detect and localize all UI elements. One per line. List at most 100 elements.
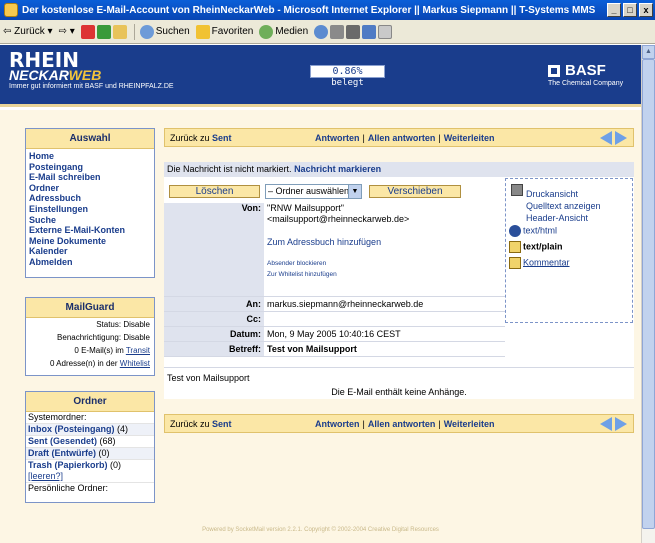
- folder-trash[interactable]: Trash (Papierkorb) (0): [26, 460, 154, 471]
- mailguard-box: MailGuard Status: Disable Benachrichtigu…: [25, 297, 155, 376]
- nav-item-documents[interactable]: Meine Dokumente: [26, 236, 154, 247]
- view-source-link[interactable]: Quelltext anzeigen: [526, 201, 601, 211]
- prev-message-icon-bottom[interactable]: [600, 417, 612, 431]
- nav-item-home[interactable]: Home: [26, 151, 154, 162]
- refresh-icon[interactable]: [96, 24, 111, 39]
- discuss-icon[interactable]: [378, 24, 393, 39]
- maximize-button[interactable]: □: [623, 3, 637, 17]
- nav-item-calendar[interactable]: Kalender: [26, 246, 154, 257]
- message-nav-top: Zurück zu Sent Antworten | Allen antworten…: [164, 128, 634, 147]
- nav-item-inbox[interactable]: Posteingang: [26, 162, 154, 173]
- print-view-link[interactable]: Druckansicht: [526, 189, 578, 199]
- forward-button[interactable]: ⇨ ▾: [59, 26, 75, 37]
- text-html-link[interactable]: text/html: [523, 225, 557, 235]
- add-to-addressbook-link[interactable]: Zum Adressbuch hinzufügen: [267, 237, 381, 247]
- forward-link-bottom[interactable]: Weiterleiten: [444, 419, 495, 429]
- print-icon[interactable]: [346, 24, 361, 39]
- quota-label: belegt: [331, 78, 364, 88]
- close-button[interactable]: x: [639, 3, 653, 17]
- nav-item-compose[interactable]: E-Mail schreiben: [26, 172, 154, 183]
- toolbar-separator: [133, 23, 135, 40]
- subject-value: Test von Mailsupport: [267, 344, 357, 354]
- forward-link[interactable]: Weiterleiten: [444, 133, 495, 143]
- site-header: RHEIN NECKARWEB Immer gut informiert mit…: [0, 45, 641, 107]
- block-sender-link[interactable]: Absender blockieren: [267, 260, 326, 267]
- next-message-icon-bottom[interactable]: [615, 417, 627, 431]
- message-headers: Von: "RNW Mailsupport" <mailsupport@rhei…: [164, 203, 505, 357]
- reply-all-link-bottom[interactable]: Allen antworten: [368, 419, 436, 429]
- ie-icon: [4, 3, 18, 17]
- prev-message-icon[interactable]: [600, 131, 612, 145]
- basf-logo[interactable]: BASF The Chemical Company: [548, 63, 623, 89]
- rnw-logo[interactable]: RHEIN NECKARWEB Immer gut informiert mit…: [9, 50, 174, 91]
- mailguard-status: Status: Disable: [96, 320, 150, 329]
- back-to-folder-bottom[interactable]: Zurück zu Sent: [170, 419, 232, 429]
- stop-icon[interactable]: [80, 24, 95, 39]
- from-name: "RNW Mailsupport": [267, 203, 344, 213]
- mailguard-transit: 0 E-Mail(s) im Transit: [74, 346, 150, 355]
- back-arrow-icon: ⇦: [3, 26, 12, 37]
- whitelist-link[interactable]: Whitelist: [120, 359, 150, 368]
- transit-link[interactable]: Transit: [126, 346, 150, 355]
- message-options-box: Druckansicht Quelltext anzeigen Header-A…: [505, 178, 633, 323]
- header-view-link[interactable]: Header-Ansicht: [526, 213, 588, 223]
- quota-bar: 0.86%: [310, 65, 385, 78]
- window-titlebar: Der kostenlose E-Mail-Account von RheinN…: [0, 0, 655, 20]
- subject-row: Betreff: Test von Mailsupport: [164, 342, 505, 357]
- folder-select[interactable]: – Ordner auswählen – ▼: [265, 184, 362, 199]
- media-icon: [259, 24, 274, 39]
- text-plain-label: text/plain: [523, 241, 563, 252]
- reply-link[interactable]: Antworten: [315, 133, 360, 143]
- folder-sent[interactable]: Sent (Gesendet) (68): [26, 436, 154, 448]
- mailguard-whitelist: 0 Adresse(n) in der Whitelist: [49, 359, 150, 368]
- nav-item-logout[interactable]: Abmelden: [26, 257, 154, 268]
- nav-item-search[interactable]: Suche: [26, 215, 154, 226]
- empty-trash-link[interactable]: [leeren?]: [26, 471, 154, 483]
- folder-draft[interactable]: Draft (Entwürfe) (0): [26, 448, 154, 460]
- scroll-up-icon[interactable]: ▲: [642, 45, 655, 59]
- next-message-icon[interactable]: [615, 131, 627, 145]
- reply-link-bottom[interactable]: Antworten: [315, 419, 360, 429]
- scrollbar-thumb[interactable]: [642, 59, 655, 529]
- basf-square-icon: [548, 65, 560, 77]
- chevron-down-icon: ▼: [348, 185, 361, 198]
- back-to-folder[interactable]: Zurück zu Sent: [170, 133, 232, 143]
- mailguard-notify: Benachrichtigung: Disable: [57, 333, 150, 342]
- mark-message-link[interactable]: Nachricht markieren: [294, 164, 381, 174]
- delete-button[interactable]: Löschen: [169, 185, 260, 198]
- reply-all-link[interactable]: Allen antworten: [368, 133, 436, 143]
- mail-icon[interactable]: [330, 24, 345, 39]
- favorites-star-icon: [195, 24, 210, 39]
- html-icon: [509, 225, 521, 237]
- move-button[interactable]: Verschieben: [369, 185, 461, 198]
- search-button[interactable]: Suchen: [139, 24, 190, 39]
- back-button[interactable]: ⇦ Zurück ▾: [3, 26, 53, 37]
- nav-item-folders[interactable]: Ordner: [26, 183, 154, 194]
- no-attachments-text: Die E-Mail enthält keine Anhänge.: [331, 387, 467, 397]
- nav-item-addressbook[interactable]: Adressbuch: [26, 193, 154, 204]
- vertical-scrollbar[interactable]: ▲: [641, 45, 655, 543]
- media-button[interactable]: Medien: [259, 24, 308, 39]
- comment-link[interactable]: Kommentar: [523, 257, 570, 267]
- home-icon[interactable]: [112, 24, 127, 39]
- message-body: Test von Mailsupport: [164, 367, 634, 388]
- plain-text-icon: [509, 241, 521, 253]
- browser-toolbar: ⇦ Zurück ▾ ⇨ ▾ Suchen Favoriten Medien: [0, 20, 655, 44]
- nav-item-settings[interactable]: Einstellungen: [26, 204, 154, 215]
- from-row: Von: "RNW Mailsupport" <mailsupport@rhei…: [164, 203, 505, 297]
- system-folders-label: Systemordner:: [26, 412, 154, 424]
- page-footer: Powered by SocketMail version 2.2.1. Cop…: [202, 527, 439, 533]
- favorites-button[interactable]: Favoriten: [195, 24, 253, 39]
- date-row: Datum: Mon, 9 May 2005 10:40:16 CEST: [164, 327, 505, 342]
- date-value: Mon, 9 May 2005 10:40:16 CEST: [267, 329, 401, 339]
- add-whitelist-link[interactable]: Zur Whitelist hinzufügen: [267, 271, 337, 278]
- history-icon[interactable]: [314, 24, 329, 39]
- minimize-button[interactable]: _: [607, 3, 621, 17]
- mark-status: Die Nachricht ist nicht markiert. Nachri…: [164, 162, 634, 177]
- nav-item-external-accounts[interactable]: Externe E-Mail-Konten: [26, 225, 154, 236]
- nav-box: Auswahl Home Posteingang E-Mail schreibe…: [25, 128, 155, 278]
- to-row: An: markus.siepmann@rheinneckarweb.de: [164, 297, 505, 312]
- folder-inbox[interactable]: Inbox (Posteingang) (4): [26, 424, 154, 436]
- mailguard-title: MailGuard: [26, 298, 154, 318]
- edit-icon[interactable]: [362, 24, 377, 39]
